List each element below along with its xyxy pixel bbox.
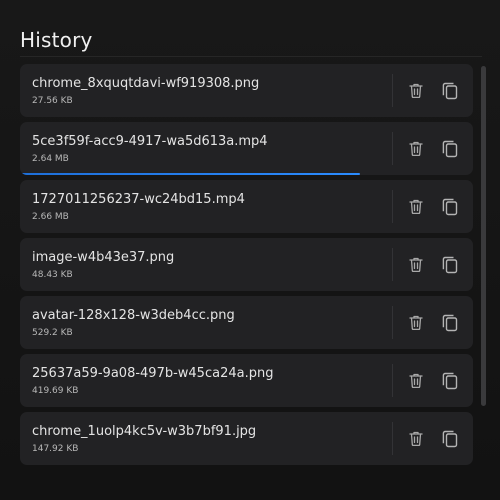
file-name: avatar-128x128-w3deb4cc.png	[32, 308, 235, 323]
scrollbar[interactable]	[481, 66, 486, 472]
file-size: 2.64 MB	[32, 154, 69, 164]
upload-progress-bar	[20, 173, 360, 175]
history-panel: History chrome_8xquqtdavi-wf919308.png 2…	[0, 0, 500, 500]
item-divider	[392, 190, 393, 223]
file-name: 5ce3f59f-acc9-4917-wa5d613a.mp4	[32, 134, 268, 149]
trash-icon	[409, 83, 423, 98]
trash-icon	[409, 199, 423, 214]
file-size: 419.69 KB	[32, 386, 79, 396]
delete-button[interactable]	[405, 79, 427, 101]
item-divider	[392, 132, 393, 165]
file-size: 147.92 KB	[32, 444, 79, 454]
history-item[interactable]: 5ce3f59f-acc9-4917-wa5d613a.mp4 2.64 MB	[20, 122, 473, 175]
file-size: 529.2 KB	[32, 328, 73, 338]
history-item[interactable]: 25637a59-9a08-497b-w45ca24a.png 419.69 K…	[20, 354, 473, 407]
trash-icon	[409, 373, 423, 388]
file-name: chrome_1uolp4kc5v-w3b7bf91.jpg	[32, 424, 257, 439]
item-divider	[392, 422, 393, 455]
file-name: 25637a59-9a08-497b-w45ca24a.png	[32, 366, 274, 381]
delete-button[interactable]	[405, 427, 427, 449]
delete-button[interactable]	[405, 311, 427, 333]
copy-icon	[442, 198, 458, 215]
copy-button[interactable]	[439, 195, 461, 217]
item-divider	[392, 74, 393, 107]
copy-button[interactable]	[439, 79, 461, 101]
copy-icon	[442, 140, 458, 157]
copy-icon	[442, 256, 458, 273]
copy-button[interactable]	[439, 311, 461, 333]
trash-icon	[409, 141, 423, 156]
file-size: 2.66 MB	[32, 212, 69, 222]
copy-button[interactable]	[439, 369, 461, 391]
file-name: image-w4b43e37.png	[32, 250, 175, 265]
file-name: chrome_8xquqtdavi-wf919308.png	[32, 76, 260, 91]
copy-icon	[442, 314, 458, 331]
page-title: History	[20, 28, 93, 52]
item-divider	[392, 248, 393, 281]
copy-icon	[442, 372, 458, 389]
file-name: 1727011256237-wc24bd15.mp4	[32, 192, 245, 207]
history-item[interactable]: chrome_1uolp4kc5v-w3b7bf91.jpg 147.92 KB	[20, 412, 473, 465]
copy-button[interactable]	[439, 253, 461, 275]
copy-icon	[442, 82, 458, 99]
delete-button[interactable]	[405, 253, 427, 275]
history-list: chrome_8xquqtdavi-wf919308.png 27.56 KB …	[20, 64, 473, 470]
item-divider	[392, 364, 393, 397]
delete-button[interactable]	[405, 369, 427, 391]
title-divider	[20, 56, 482, 57]
history-item[interactable]: image-w4b43e37.png 48.43 KB	[20, 238, 473, 291]
scrollbar-thumb[interactable]	[481, 66, 486, 406]
copy-button[interactable]	[439, 137, 461, 159]
delete-button[interactable]	[405, 137, 427, 159]
history-item[interactable]: avatar-128x128-w3deb4cc.png 529.2 KB	[20, 296, 473, 349]
history-item[interactable]: chrome_8xquqtdavi-wf919308.png 27.56 KB	[20, 64, 473, 117]
trash-icon	[409, 257, 423, 272]
trash-icon	[409, 315, 423, 330]
item-divider	[392, 306, 393, 339]
history-item[interactable]: 1727011256237-wc24bd15.mp4 2.66 MB	[20, 180, 473, 233]
delete-button[interactable]	[405, 195, 427, 217]
file-size: 27.56 KB	[32, 96, 73, 106]
trash-icon	[409, 431, 423, 446]
copy-icon	[442, 430, 458, 447]
file-size: 48.43 KB	[32, 270, 73, 280]
copy-button[interactable]	[439, 427, 461, 449]
